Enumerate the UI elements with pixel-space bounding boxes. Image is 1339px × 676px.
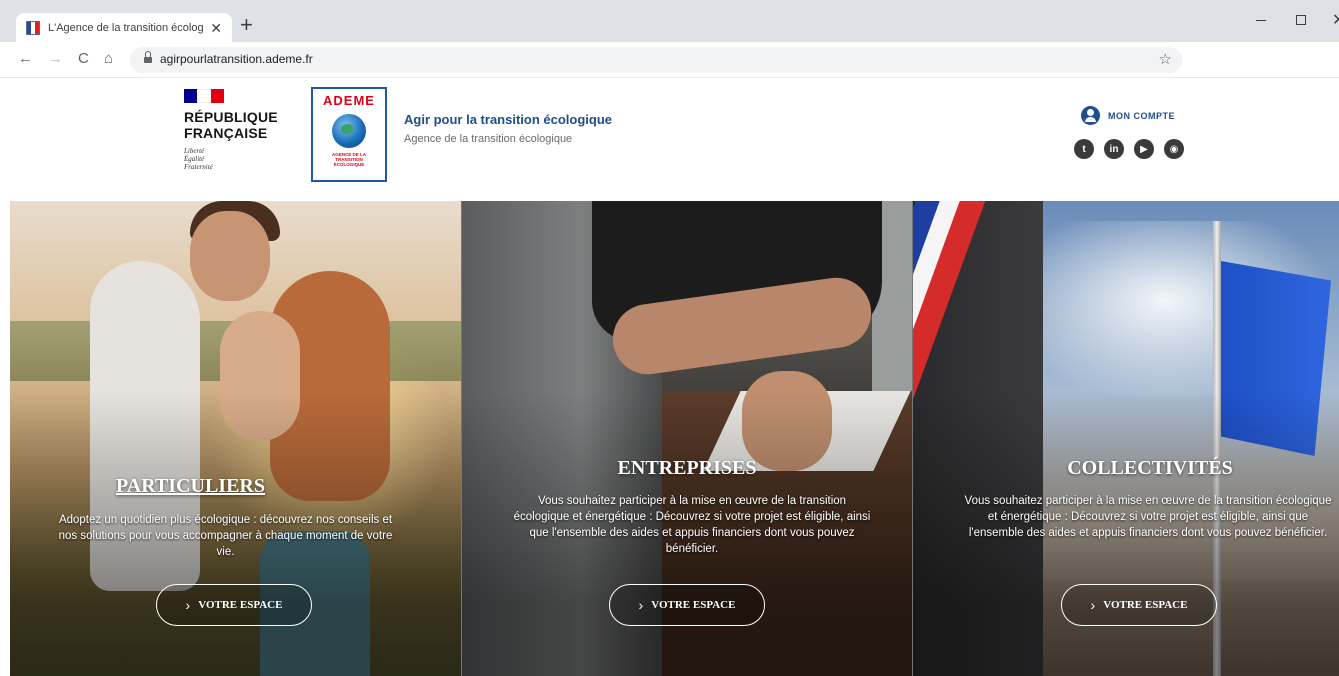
linkedin-icon[interactable]: in — [1104, 139, 1124, 159]
tab-title: L'Agence de la transition écologi — [48, 21, 205, 34]
ademe-tagline: AGENCE DE LA TRANSITION ÉCOLOGIQUE — [331, 152, 366, 167]
close-window-button[interactable]: ✕ — [1332, 10, 1339, 30]
audience-panels: PARTICULIERS Adoptez un quotidien plus é… — [10, 201, 1339, 676]
url-text[interactable]: agirpourlatransition.ademe.fr — [160, 52, 313, 66]
browser-tab-bar: L'Agence de la transition écologi ✕ + ✕ — [0, 0, 1339, 42]
motto-liberte: Liberté — [184, 147, 205, 155]
rss-icon[interactable]: ◉ — [1164, 139, 1184, 159]
site-title-block: Agir pour la transition écologique Agenc… — [404, 112, 612, 145]
my-account-link[interactable]: MON COMPTE — [1081, 106, 1175, 125]
ademe-logo[interactable]: ADEME AGENCE DE LA TRANSITION ÉCOLOGIQUE — [311, 87, 387, 182]
chevron-right-icon: › — [185, 597, 191, 613]
browser-tab[interactable]: L'Agence de la transition écologi ✕ — [16, 13, 232, 42]
panel-text-particuliers: Adoptez un quotidien plus écologique : d… — [58, 514, 393, 558]
button-label: VOTRE ESPACE — [651, 599, 736, 611]
site-title[interactable]: Agir pour la transition écologique — [404, 112, 612, 127]
forward-arrow-icon[interactable]: → — [48, 50, 63, 68]
lock-icon[interactable] — [144, 51, 152, 63]
panel-title-collectivites[interactable]: COLLECTIVITÉS — [937, 457, 1339, 480]
social-links: t in ▶ ◉ — [1074, 139, 1184, 159]
votre-espace-button-entreprises[interactable]: › VOTRE ESPACE — [609, 584, 765, 626]
close-tab-icon[interactable]: ✕ — [210, 21, 222, 35]
panel-particuliers[interactable]: PARTICULIERS Adoptez un quotidien plus é… — [10, 201, 461, 676]
back-arrow-icon[interactable]: ← — [18, 50, 33, 68]
panel-title-particuliers[interactable]: PARTICULIERS — [10, 475, 461, 498]
rf-line-2: FRANÇAISE — [184, 125, 268, 141]
reload-icon[interactable]: C — [78, 50, 89, 68]
minimize-window-button[interactable] — [1256, 20, 1266, 21]
votre-espace-button-particuliers[interactable]: › VOTRE ESPACE — [156, 584, 312, 626]
site-header: RÉPUBLIQUE FRANÇAISE Liberté Égalité Fra… — [0, 78, 1339, 201]
chevron-right-icon: › — [638, 597, 644, 613]
maximize-window-button[interactable] — [1296, 15, 1306, 25]
panel-text-entreprises: Vous souhaitez participer à la mise en œ… — [513, 495, 871, 555]
new-tab-button[interactable]: + — [240, 14, 253, 36]
twitter-icon[interactable]: t — [1074, 139, 1094, 159]
rf-motto: Liberté Égalité Fraternité — [184, 147, 278, 171]
panel-collectivites[interactable]: COLLECTIVITÉS Vous souhaitez participer … — [912, 201, 1339, 676]
marianne-flag-icon — [184, 89, 224, 103]
account-label: MON COMPTE — [1108, 110, 1175, 121]
site-subtitle: Agence de la transition écologique — [404, 133, 573, 145]
panel-text-collectivites: Vous souhaitez participer à la mise en œ… — [964, 495, 1332, 539]
home-icon[interactable]: ⌂ — [104, 50, 113, 68]
browser-toolbar: ← → C ⌂ agirpourlatransition.ademe.fr ☆ — [0, 42, 1339, 78]
motto-fraternite: Fraternité — [184, 163, 213, 171]
button-label: VOTRE ESPACE — [1103, 599, 1188, 611]
favicon-icon — [26, 20, 40, 35]
rf-line-1: RÉPUBLIQUE — [184, 109, 278, 125]
republique-francaise-logo[interactable]: RÉPUBLIQUE FRANÇAISE Liberté Égalité Fra… — [184, 89, 278, 171]
user-icon — [1081, 106, 1100, 125]
panel-entreprises[interactable]: ENTREPRISES Vous souhaitez participer à … — [461, 201, 912, 676]
votre-espace-button-collectivites[interactable]: › VOTRE ESPACE — [1061, 584, 1217, 626]
button-label: VOTRE ESPACE — [198, 599, 283, 611]
address-bar[interactable]: agirpourlatransition.ademe.fr ☆ — [130, 47, 1182, 73]
ademe-name: ADEME — [323, 93, 375, 108]
motto-egalite: Égalité — [184, 155, 205, 163]
bookmark-star-icon[interactable]: ☆ — [1159, 50, 1172, 68]
youtube-icon[interactable]: ▶ — [1134, 139, 1154, 159]
globe-icon — [332, 114, 366, 148]
chevron-right-icon: › — [1090, 597, 1096, 613]
panel-title-entreprises[interactable]: ENTREPRISES — [462, 457, 912, 480]
